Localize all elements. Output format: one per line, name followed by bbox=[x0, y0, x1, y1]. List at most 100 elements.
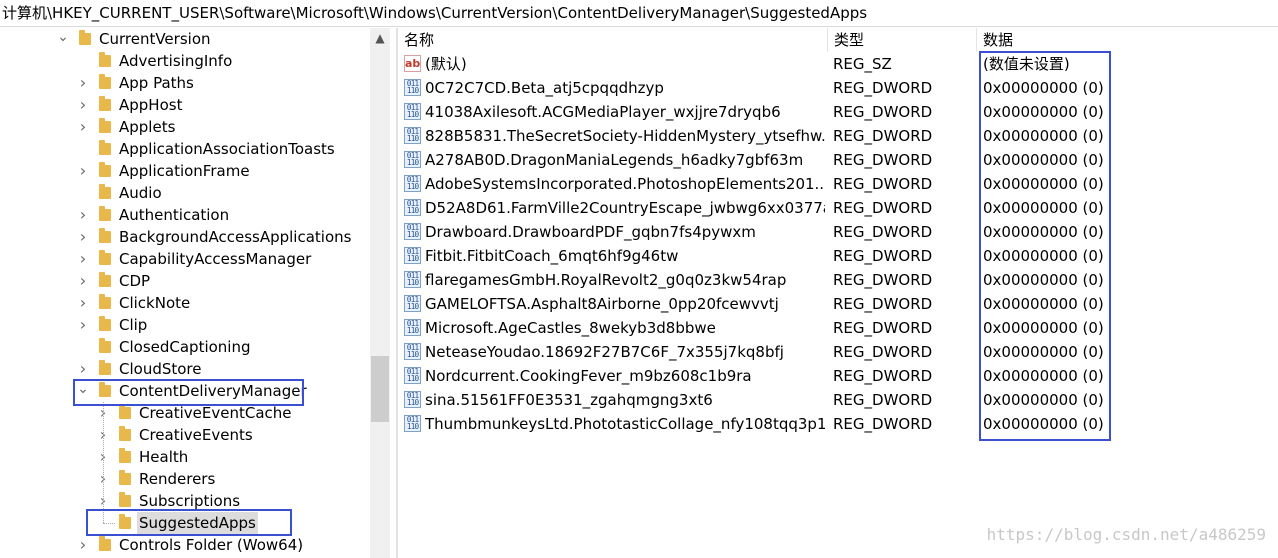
registry-tree[interactable]: ⌄ CurrentVersion AdvertisingInfo › App Paths… bbox=[0, 28, 392, 558]
tree-item[interactable]: › CloudStore bbox=[0, 358, 370, 380]
binary-value-icon: 011 110 bbox=[404, 247, 421, 264]
folder-icon bbox=[99, 294, 111, 309]
value-type: REG_DWORD bbox=[833, 199, 933, 217]
list-row[interactable]: 011 110 Fitbit.FitbitCoach_6mqt6hf9g46tw RE… bbox=[398, 244, 1278, 268]
chevron-right-icon[interactable]: › bbox=[76, 75, 90, 91]
tree-item[interactable]: › AppHost bbox=[0, 94, 370, 116]
chevron-right-icon[interactable]: › bbox=[76, 295, 90, 311]
list-row[interactable]: 011 110 41038Axilesoft.ACGMediaPlayer_wxjj… bbox=[398, 100, 1278, 124]
list-row[interactable]: 011 110 D52A8D61.FarmVille2CountryEscape_j… bbox=[398, 196, 1278, 220]
value-name: ThumbmunkeysLtd.PhototasticCollage_nfy10… bbox=[425, 415, 825, 433]
value-name: D52A8D61.FarmVille2CountryEscape_jwbwg6x… bbox=[425, 199, 825, 217]
value-name: NeteaseYoudao.18692F27B7C6F_7x355j7kq8bf… bbox=[425, 343, 784, 361]
highlight-box-data-column bbox=[979, 51, 1111, 441]
list-row[interactable]: 011 110 Nordcurrent.CookingFever_m9bz608c1… bbox=[398, 364, 1278, 388]
column-header-name[interactable]: 名称 bbox=[398, 28, 828, 52]
folder-icon bbox=[79, 30, 91, 45]
folder-icon bbox=[99, 52, 111, 67]
tree-item[interactable]: › ClickNote bbox=[0, 292, 370, 314]
chevron-down-icon[interactable]: ⌄ bbox=[56, 30, 70, 47]
value-name: 828B5831.TheSecretSociety-HiddenMystery_… bbox=[425, 127, 825, 145]
chevron-right-icon[interactable]: › bbox=[76, 163, 90, 179]
value-type: REG_DWORD bbox=[833, 103, 933, 121]
tree-item[interactable]: › Authentication bbox=[0, 204, 370, 226]
tree-item-label: ApplicationAssociationToasts bbox=[119, 140, 335, 158]
binary-value-icon: 011 110 bbox=[404, 175, 421, 192]
value-type: REG_DWORD bbox=[833, 367, 933, 385]
chevron-right-icon[interactable]: › bbox=[76, 119, 90, 135]
value-type: REG_DWORD bbox=[833, 415, 933, 433]
tree-item[interactable]: ClosedCaptioning bbox=[0, 336, 370, 358]
binary-value-icon: 011 110 bbox=[404, 199, 421, 216]
list-row[interactable]: 011 110 Microsoft.AgeCastles_8wekyb3d8bbwe… bbox=[398, 316, 1278, 340]
tree-item[interactable]: › CreativeEvents bbox=[0, 424, 370, 446]
chevron-right-icon[interactable]: › bbox=[76, 251, 90, 267]
tree-item-label: AppHost bbox=[119, 96, 183, 114]
scroll-thumb[interactable] bbox=[371, 356, 389, 422]
tree-item-label: CurrentVersion bbox=[99, 30, 211, 48]
chevron-right-icon[interactable]: › bbox=[76, 273, 90, 289]
column-header-type-label: 类型 bbox=[834, 31, 865, 49]
tree-item[interactable]: › Controls Folder (Wow64) bbox=[0, 534, 370, 556]
column-header-type[interactable]: 类型 bbox=[828, 28, 977, 52]
chevron-right-icon[interactable]: › bbox=[76, 317, 90, 333]
list-row[interactable]: 011 110 ThumbmunkeysLtd.PhototasticCollage… bbox=[398, 412, 1278, 436]
column-header-data[interactable]: 数据 bbox=[977, 28, 1278, 52]
value-type: REG_DWORD bbox=[833, 127, 933, 145]
value-type: REG_DWORD bbox=[833, 295, 933, 313]
tree-scrollbar[interactable]: ▲ bbox=[370, 28, 390, 558]
chevron-right-icon[interactable]: › bbox=[76, 97, 90, 113]
list-row[interactable]: ab (默认) REG_SZ (数值未设置) bbox=[398, 52, 1278, 76]
list-row[interactable]: 011 110 GAMELOFTSA.Asphalt8Airborne_0pp20f… bbox=[398, 292, 1278, 316]
binary-value-icon: 011 110 bbox=[404, 79, 421, 96]
address-bar[interactable]: 计算机\HKEY_CURRENT_USER\Software\Microsoft… bbox=[0, 0, 1278, 27]
value-name: AdobeSystemsIncorporated.PhotoshopElemen… bbox=[425, 175, 825, 193]
chevron-right-icon[interactable]: › bbox=[76, 207, 90, 223]
list-row[interactable]: 011 110 0C72C7CD.Beta_atj5cpqqdhzyp REG_DWO… bbox=[398, 76, 1278, 100]
scroll-up-arrow-icon[interactable]: ▲ bbox=[370, 30, 390, 46]
tree-item[interactable]: ApplicationAssociationToasts bbox=[0, 138, 370, 160]
folder-icon bbox=[99, 272, 111, 287]
folder-icon bbox=[119, 470, 131, 485]
folder-icon bbox=[99, 74, 111, 89]
tree-item[interactable]: › Health bbox=[0, 446, 370, 468]
chevron-right-icon[interactable]: › bbox=[76, 537, 90, 553]
tree-item[interactable]: › CDP bbox=[0, 270, 370, 292]
chevron-right-icon[interactable]: › bbox=[76, 229, 90, 245]
tree-item[interactable]: ⌄ CurrentVersion bbox=[0, 28, 370, 50]
value-type: REG_SZ bbox=[833, 55, 892, 73]
tree-item[interactable]: › App Paths bbox=[0, 72, 370, 94]
tree-item-label: Clip bbox=[119, 316, 148, 334]
tree-item[interactable]: › BackgroundAccessApplications bbox=[0, 226, 370, 248]
folder-icon bbox=[99, 360, 111, 375]
tree-item[interactable]: Audio bbox=[0, 182, 370, 204]
binary-value-icon: 011 110 bbox=[404, 103, 421, 120]
value-type: REG_DWORD bbox=[833, 175, 933, 193]
value-type: REG_DWORD bbox=[833, 151, 933, 169]
list-row[interactable]: 011 110 AdobeSystemsIncorporated.Photoshop… bbox=[398, 172, 1278, 196]
tree-item[interactable]: › CapabilityAccessManager bbox=[0, 248, 370, 270]
value-name: 41038Axilesoft.ACGMediaPlayer_wxjjre7dry… bbox=[425, 103, 781, 121]
list-row[interactable]: 011 110 Drawboard.DrawboardPDF_gqbn7fs4pyw… bbox=[398, 220, 1278, 244]
tree-item[interactable]: AdvertisingInfo bbox=[0, 50, 370, 72]
folder-icon bbox=[99, 338, 111, 353]
list-row[interactable]: 011 110 828B5831.TheSecretSociety-HiddenMy… bbox=[398, 124, 1278, 148]
list-row[interactable]: 011 110 flaregamesGmbH.RoyalRevolt2_g0q0z3… bbox=[398, 268, 1278, 292]
tree-item[interactable]: › Applets bbox=[0, 116, 370, 138]
tree-item[interactable]: › Renderers bbox=[0, 468, 370, 490]
binary-value-icon: 011 110 bbox=[404, 319, 421, 336]
list-row[interactable]: 011 110 A278AB0D.DragonManiaLegends_h6adky… bbox=[398, 148, 1278, 172]
value-name: A278AB0D.DragonManiaLegends_h6adky7gbf63… bbox=[425, 151, 804, 169]
list-row[interactable]: 011 110 NeteaseYoudao.18692F27B7C6F_7x355j… bbox=[398, 340, 1278, 364]
tree-item[interactable]: › Clip bbox=[0, 314, 370, 336]
value-type: REG_DWORD bbox=[833, 79, 933, 97]
value-name: (默认) bbox=[425, 55, 467, 73]
tree-item[interactable]: › ApplicationFrame bbox=[0, 160, 370, 182]
tree-connector-line bbox=[103, 402, 104, 523]
binary-value-icon: 011 110 bbox=[404, 367, 421, 384]
chevron-right-icon[interactable]: › bbox=[76, 361, 90, 377]
tree-item-label: ApplicationFrame bbox=[119, 162, 250, 180]
list-row[interactable]: 011 110 sina.51561FF0E3531_zgahqmgng3xt6 RE… bbox=[398, 388, 1278, 412]
string-value-icon: ab bbox=[404, 55, 421, 72]
value-name: flaregamesGmbH.RoyalRevolt2_g0q0z3kw54ra… bbox=[425, 271, 787, 289]
